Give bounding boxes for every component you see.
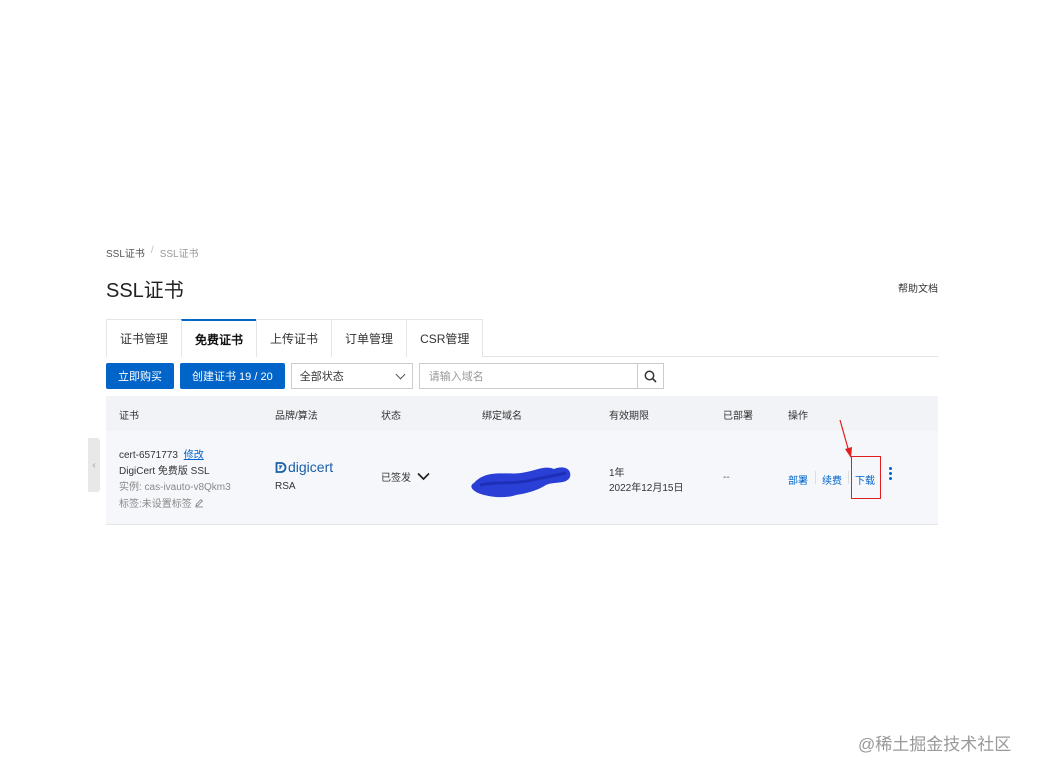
cert-table: 证书 品牌/算法 状态 绑定域名 有效期限 已部署 操作 cert-657177… xyxy=(106,396,938,525)
col-deployed: 已部署 xyxy=(723,411,753,422)
watermark: @稀土掘金技术社区 xyxy=(858,735,1012,754)
collapse-handle[interactable]: ‹ xyxy=(88,438,100,492)
digicert-mark-icon xyxy=(275,461,287,473)
cert-id-cell: cert-6571773 修改 xyxy=(119,446,204,461)
chevron-down-icon xyxy=(395,369,406,379)
breadcrumb: SSL证书 / SSL证书 xyxy=(106,245,199,260)
col-brand: 品牌/算法 xyxy=(275,411,318,422)
tab-free-cert[interactable]: 免费证书 xyxy=(181,319,258,357)
tab-bar: 证书管理 免费证书 上传证书 订单管理 CSR管理 xyxy=(106,319,938,357)
create-cert-button[interactable]: 创建证书 19 / 20 xyxy=(180,363,285,389)
edit-link[interactable]: 修改 xyxy=(184,450,204,461)
cert-instance: 实例: cas-ivauto-v8Qkm3 xyxy=(119,482,231,493)
breadcrumb-separator: / xyxy=(150,245,154,256)
tab-csr-management[interactable]: CSR管理 xyxy=(406,319,484,357)
col-status: 状态 xyxy=(381,411,401,422)
status-select[interactable]: 全部状态 xyxy=(290,363,413,389)
col-validity: 有效期限 xyxy=(609,411,649,422)
table-row: cert-6571773 修改 DigiCert 免费版 SSL 实例: cas… xyxy=(106,431,938,525)
domain-search: 请输入域名 xyxy=(418,363,664,389)
search-button[interactable] xyxy=(636,363,664,389)
action-divider xyxy=(848,471,849,484)
algorithm: RSA xyxy=(275,481,296,492)
deploy-action[interactable]: 部署 xyxy=(788,472,808,487)
pencil-icon[interactable] xyxy=(194,498,204,508)
download-highlight-box xyxy=(851,456,881,499)
brand-name: digicert xyxy=(288,459,334,475)
buy-now-button[interactable]: 立即购买 xyxy=(106,363,174,389)
status-select-value: 全部状态 xyxy=(299,371,344,383)
renew-action[interactable]: 续费 xyxy=(822,472,842,487)
cert-id: cert-6571773 xyxy=(119,450,178,461)
col-cert: 证书 xyxy=(119,411,139,422)
page-title: SSL证书 xyxy=(106,280,184,302)
validity-period: 1年 xyxy=(609,468,625,479)
cert-tag: 标签:未设置标签 xyxy=(119,495,204,510)
search-icon xyxy=(644,370,657,383)
breadcrumb-current: SSL证书 xyxy=(159,249,199,260)
tab-upload-cert[interactable]: 上传证书 xyxy=(256,319,333,357)
domain-search-input[interactable]: 请输入域名 xyxy=(418,363,637,389)
tab-order-management[interactable]: 订单管理 xyxy=(331,319,408,357)
validity-date: 2022年12月15日 xyxy=(609,483,684,494)
redacted-domain-scribble xyxy=(471,467,571,498)
annotation-arrow xyxy=(839,419,852,458)
chevron-down-icon xyxy=(417,472,430,481)
breadcrumb-root[interactable]: SSL证书 xyxy=(106,245,145,260)
help-docs-link[interactable]: 帮助文档 xyxy=(898,280,938,295)
col-domain: 绑定域名 xyxy=(482,411,522,422)
status-text: 已签发 xyxy=(381,473,411,484)
deployed-status: -- xyxy=(723,472,730,483)
digicert-logo: digicert xyxy=(275,459,333,475)
cert-tag-text: 标签:未设置标签 xyxy=(119,499,192,510)
action-divider xyxy=(815,471,816,484)
cert-status[interactable]: 已签发 xyxy=(381,469,430,484)
tab-cert-management[interactable]: 证书管理 xyxy=(106,319,183,357)
table-header: 证书 品牌/算法 状态 绑定域名 有效期限 已部署 操作 xyxy=(106,396,938,431)
toolbar: 立即购买 创建证书 19 / 20 全部状态 请输入域名 xyxy=(106,363,664,389)
cert-name: DigiCert 免费版 SSL xyxy=(119,466,210,477)
chevron-left-icon: ‹ xyxy=(92,459,96,471)
more-actions-icon[interactable] xyxy=(889,467,892,480)
col-actions: 操作 xyxy=(788,411,808,422)
